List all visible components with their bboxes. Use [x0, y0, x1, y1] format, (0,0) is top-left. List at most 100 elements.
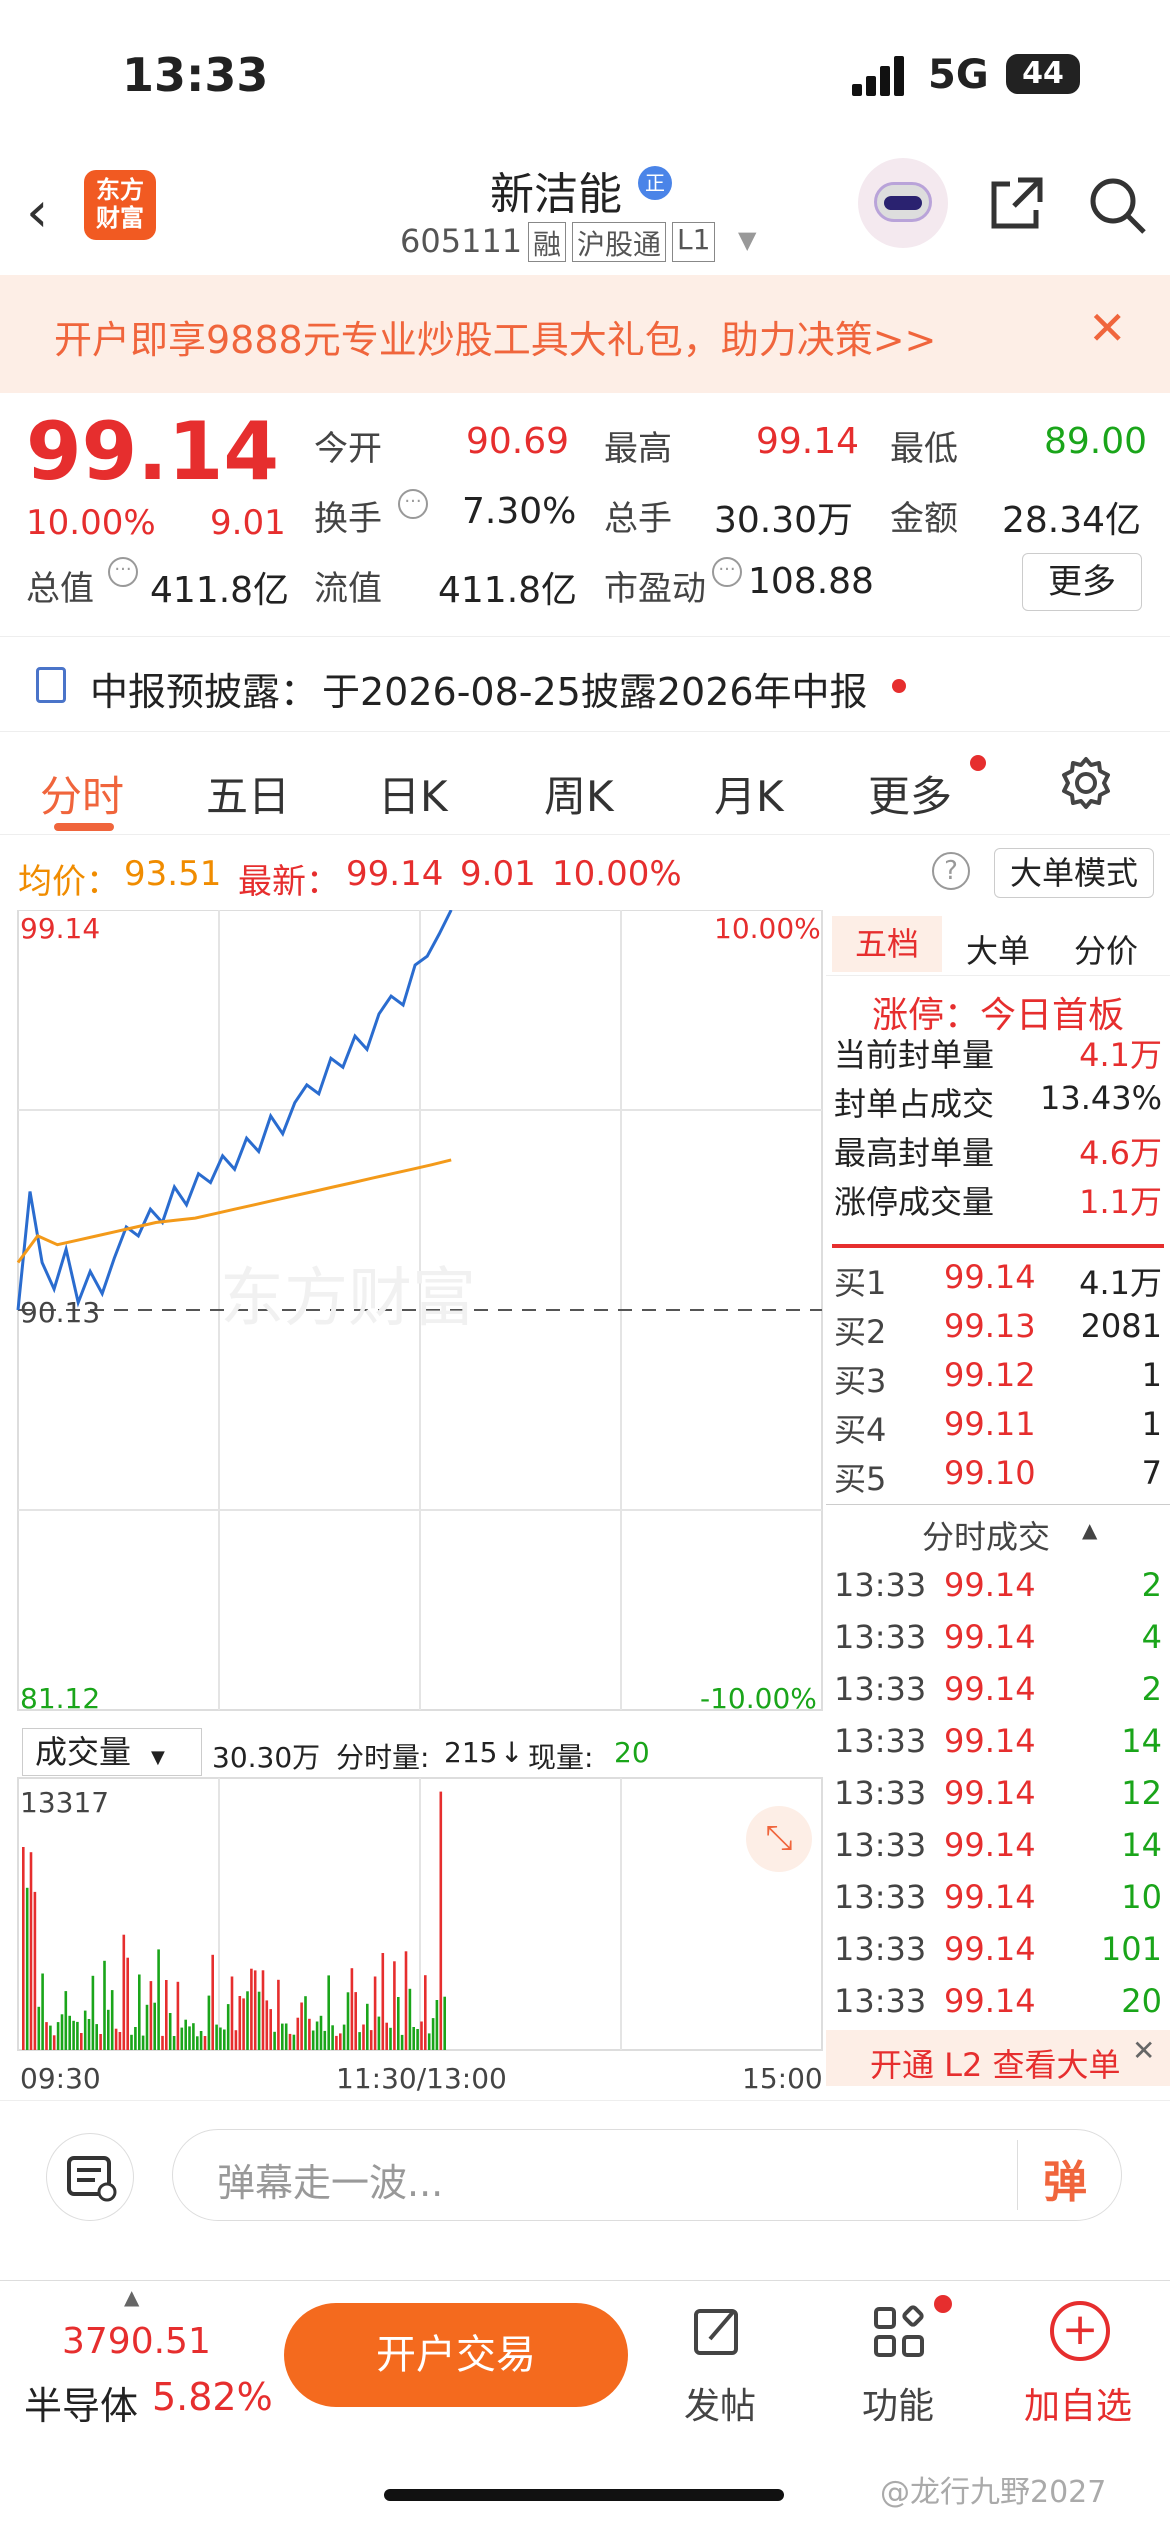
search-icon[interactable] [1086, 174, 1146, 234]
latest-change: 9.01 [460, 854, 536, 894]
stat-value: 4.6万 [1079, 1134, 1162, 1172]
axis-mid-price: 90.13 [20, 1296, 101, 1329]
danmu-send-button[interactable]: 弹 [1043, 2146, 1087, 2210]
volume-bar [172, 2036, 176, 2050]
label-high: 最高 [604, 429, 672, 469]
open-account-button[interactable]: 开户交易 [284, 2303, 628, 2407]
volume-bar [76, 2021, 79, 2050]
trade-row: 13:33 99.14 14 [834, 1826, 1162, 1874]
caret-up-icon[interactable]: ▲ [124, 2285, 139, 2309]
share-icon[interactable] [986, 174, 1043, 229]
nav-functions[interactable]: 功能 [862, 2377, 934, 2429]
apps-icon[interactable] [870, 2303, 928, 2361]
value-pe: 108.88 [748, 561, 874, 602]
axis-min-price: 81.12 [20, 1682, 101, 1715]
report-notice[interactable]: 中报预披露： 于2026-08-25披露2026年中报 [0, 636, 1170, 732]
label-open: 今开 [314, 429, 382, 469]
bid-volume: 4.1万 [1079, 1264, 1162, 1302]
big-order-mode-button[interactable]: 大单模式 [994, 848, 1154, 898]
app-logo[interactable]: 东方财富 [84, 170, 156, 240]
volume-bar [346, 1992, 350, 2050]
value-volume: 30.30万 [714, 500, 854, 541]
expand-icon[interactable]: ⤡ [746, 1806, 812, 1872]
tab-more[interactable]: 更多 [868, 763, 952, 824]
danmu-placeholder: 弹幕走一波... [217, 2161, 444, 2205]
volume-bar [95, 2024, 98, 2050]
bid-volume: 1 [1141, 1356, 1162, 1394]
trade-volume: 2 [1141, 1566, 1162, 1604]
close-icon[interactable]: ✕ [1088, 301, 1127, 355]
tab-monthly-k[interactable]: 月K [714, 763, 784, 824]
trade-volume: 14 [1121, 1722, 1162, 1760]
stock-code: 605111 [400, 222, 523, 260]
change-amount: 9.01 [210, 503, 286, 543]
volume-bar [408, 1988, 412, 2050]
notice-text: 于2026-08-25披露2026年中报 [322, 670, 868, 714]
bid-row: 买1 99.14 4.1万 [834, 1258, 1162, 1306]
tab-weekly-k[interactable]: 周K [544, 763, 614, 824]
trade-row: 13:33 99.14 10 [834, 1878, 1162, 1926]
gear-icon[interactable] [1058, 755, 1114, 811]
value-low: 89.00 [1044, 421, 1148, 462]
volume-bar [118, 2032, 122, 2050]
assistant-avatar[interactable] [858, 158, 948, 248]
trade-row: 13:33 99.14 20 [834, 1982, 1162, 2030]
volume-bar [381, 1953, 385, 2050]
axis-min-pct: -10.00% [700, 1682, 817, 1715]
watermark: @龙行九野2027 [880, 2475, 1107, 2510]
intraday-chart[interactable]: 东方财富 99.14 10.00% 90.13 81.12 -10.00% 成交… [0, 910, 826, 2100]
trade-time: 13:33 [834, 1774, 927, 1812]
volume-bar [68, 2015, 71, 2050]
danmu-input[interactable]: 弹幕走一波... 弹 [172, 2129, 1122, 2221]
volume-bar [180, 2027, 184, 2050]
tab-five-day[interactable]: 五日 [206, 763, 290, 824]
bid-volume: 7 [1141, 1454, 1162, 1492]
promo-banner[interactable]: 开户即享9888元专业炒股工具大礼包，助力决策>> ✕ [0, 275, 1170, 393]
volume-bar [400, 2034, 404, 2050]
danmu-settings-icon[interactable] [46, 2133, 134, 2221]
current-volume: 20 [614, 1736, 650, 1769]
l2-promo[interactable]: 开通 L2 查看大单 ✕ [826, 2030, 1170, 2086]
avg-label: 均价： [18, 862, 120, 902]
info-icon[interactable]: ··· [108, 557, 138, 587]
caret-up-icon[interactable]: ▲ [1082, 1518, 1097, 1542]
time-label-open: 09:30 [20, 2062, 101, 2095]
more-button[interactable]: 更多 [1022, 553, 1142, 611]
add-icon[interactable]: + [1050, 2301, 1110, 2361]
volume-bar [149, 1981, 153, 2050]
trade-row: 13:33 99.14 101 [834, 1930, 1162, 1978]
tab-price-dist[interactable]: 分价 [1074, 926, 1138, 972]
tab-big-orders[interactable]: 大单 [966, 926, 1030, 972]
info-icon[interactable]: ··· [398, 489, 428, 519]
trade-price: 99.14 [944, 1982, 1036, 2020]
arrow-down-icon: ↓ [500, 1736, 524, 1769]
trade-row: 13:33 99.14 12 [834, 1774, 1162, 1822]
volume-bar [234, 2030, 238, 2050]
volume-bar [416, 2029, 419, 2050]
chevron-down-icon[interactable]: ▼ [738, 226, 756, 254]
volume-bar [203, 2036, 207, 2050]
label-float-value: 流值 [314, 569, 382, 609]
volume-bar [141, 2035, 145, 2050]
close-icon[interactable]: ✕ [1132, 2034, 1155, 2067]
danmu-bar: 弹幕走一波... 弹 [0, 2100, 1170, 2250]
status-bar: 13:33 5G 44 [0, 0, 1170, 150]
avg-value: 93.51 [124, 854, 222, 894]
trade-row: 13:33 99.14 14 [834, 1722, 1162, 1770]
volume-bar [427, 2033, 431, 2050]
panel-tabs: 五档 大单 分价 [826, 910, 1170, 976]
volume-bar [261, 1970, 265, 2050]
info-icon[interactable]: ··· [712, 557, 742, 587]
indicator-select[interactable]: 成交量 ▼ [22, 1728, 202, 1776]
volume-bar [339, 2033, 342, 2050]
volume-bar [223, 2029, 226, 2050]
help-icon[interactable]: ? [932, 852, 970, 890]
nav-post[interactable]: 发帖 [684, 2377, 756, 2429]
back-icon[interactable]: ‹ [26, 180, 48, 245]
stat-value: 13.43% [1039, 1079, 1162, 1117]
tab-five-levels[interactable]: 五档 [832, 916, 942, 972]
edit-icon[interactable] [690, 2303, 746, 2359]
tab-intraday[interactable]: 分时 [40, 763, 124, 824]
nav-add-watchlist[interactable]: 加自选 [1024, 2377, 1132, 2429]
tab-daily-k[interactable]: 日K [378, 763, 448, 824]
